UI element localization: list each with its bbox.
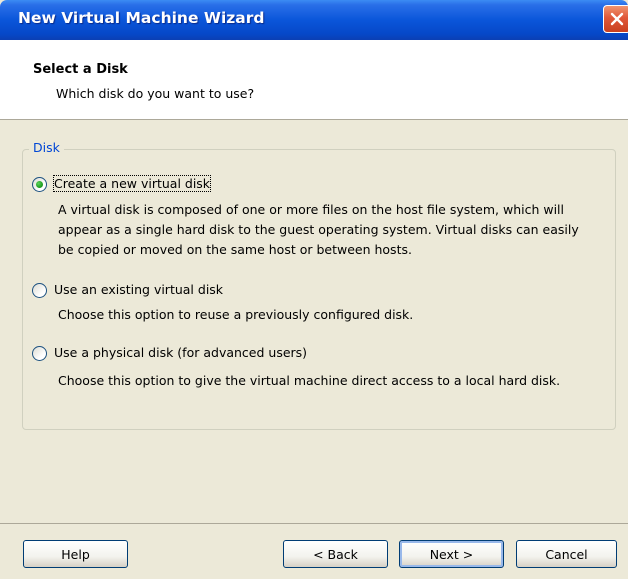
radio-button[interactable] xyxy=(32,177,47,192)
radio-button[interactable] xyxy=(32,346,47,361)
close-button[interactable] xyxy=(603,5,628,33)
help-button[interactable]: Help xyxy=(23,540,128,568)
option-description: Choose this option to give the virtual m… xyxy=(58,373,561,388)
radio-button[interactable] xyxy=(32,283,47,298)
page-title: Select a Disk xyxy=(33,62,128,77)
option-description: Choose this option to reuse a previously… xyxy=(58,307,414,322)
back-button[interactable]: < Back xyxy=(283,540,388,568)
title-bar[interactable]: New Virtual Machine Wizard xyxy=(0,0,628,40)
window-title: New Virtual Machine Wizard xyxy=(18,9,265,27)
cancel-button[interactable]: Cancel xyxy=(516,540,617,568)
page-subtitle: Which disk do you want to use? xyxy=(56,86,255,101)
disk-group-label: Disk xyxy=(29,140,64,155)
next-button[interactable]: Next > xyxy=(399,540,504,568)
wizard-window: New Virtual Machine Wizard Select a Disk… xyxy=(0,0,628,579)
radio-label[interactable]: Use a physical disk (for advanced users) xyxy=(54,345,307,360)
header-panel: Select a Disk Which disk do you want to … xyxy=(0,40,628,120)
option-description: A virtual disk is composed of one or mor… xyxy=(58,202,579,257)
radio-selected-dot xyxy=(36,181,43,188)
radio-label[interactable]: Create a new virtual disk xyxy=(52,175,212,192)
close-icon xyxy=(610,12,624,26)
footer-divider xyxy=(0,523,628,524)
radio-label[interactable]: Use an existing virtual disk xyxy=(54,282,223,297)
